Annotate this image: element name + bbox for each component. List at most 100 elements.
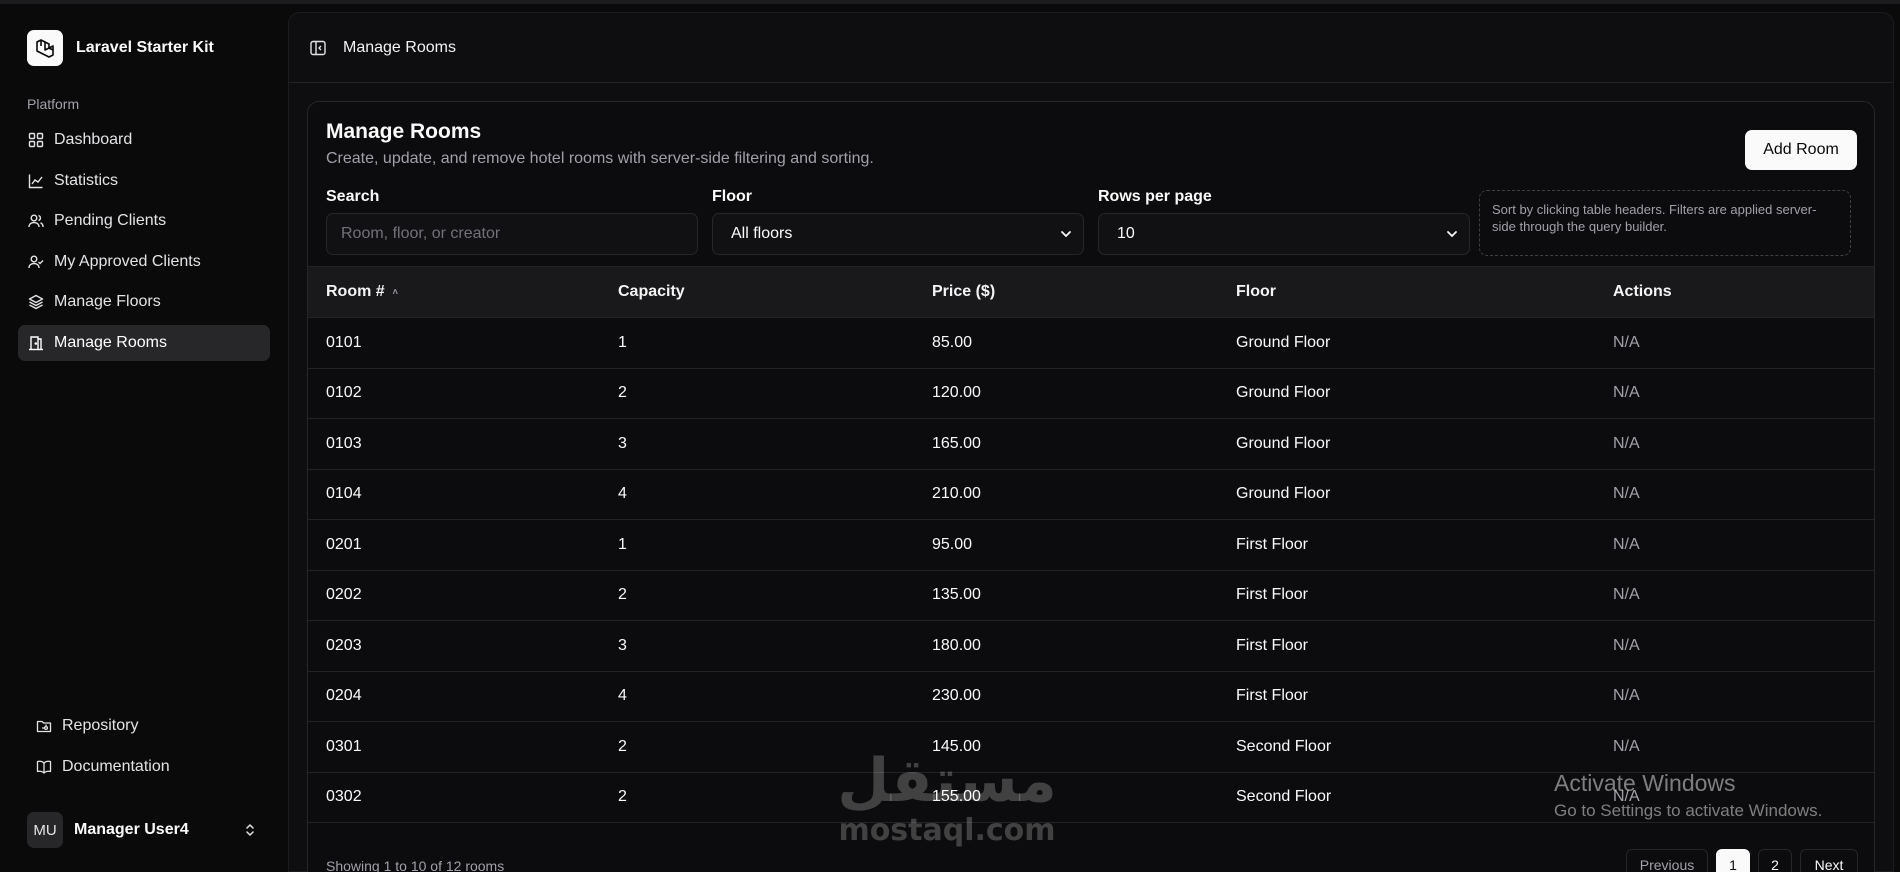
actions-cell: N/A [1613, 485, 1640, 503]
documentation-link[interactable]: Documentation [27, 749, 267, 785]
pagination: Previous 1 2 Next [1618, 849, 1858, 872]
price-cell: 145.00 [932, 737, 981, 755]
table-row: 0202 2 135.00 First Floor N/A [308, 571, 1874, 621]
repository-link[interactable]: Repository [27, 708, 267, 744]
page-1-button[interactable]: 1 [1716, 849, 1750, 872]
actions-cell: N/A [1613, 737, 1640, 755]
room-number-cell: 0204 [326, 687, 362, 705]
search-input[interactable] [341, 225, 697, 243]
floor-cell: First Floor [1236, 586, 1308, 604]
actions-cell: N/A [1613, 434, 1640, 452]
showing-count: Showing 1 to 10 of 12 rooms [326, 858, 505, 872]
repository-label: Repository [62, 717, 139, 734]
room-number-cell: 0102 [326, 384, 362, 402]
column-header-room[interactable]: Room # ˄ [308, 283, 618, 301]
next-page-button[interactable]: Next [1800, 849, 1858, 872]
search-field[interactable] [326, 213, 698, 255]
actions-cell: N/A [1613, 788, 1640, 806]
sidebar-footer-nav: Repository Documentation [27, 708, 267, 790]
room-number-cell: 0104 [326, 485, 362, 503]
floor-cell: Ground Floor [1236, 434, 1331, 452]
user-menu[interactable]: MU Manager User4 [18, 808, 270, 852]
add-room-button[interactable]: Add Room [1745, 130, 1857, 170]
floor-cell: First Floor [1236, 636, 1308, 654]
layers-icon [28, 294, 44, 310]
room-number-cell: 0201 [326, 535, 362, 553]
capacity-cell: 1 [618, 333, 627, 351]
brand[interactable]: Laravel Starter Kit [27, 30, 214, 66]
sidebar-item-manage-floors[interactable]: Manage Floors [18, 284, 270, 320]
laravel-logo-icon [27, 30, 63, 66]
room-number-cell: 0202 [326, 586, 362, 604]
sidebar-item-label: Statistics [54, 171, 119, 189]
price-cell: 120.00 [932, 384, 981, 402]
sidebar-item-pending-clients[interactable]: Pending Clients [18, 203, 270, 239]
floor-cell: Ground Floor [1236, 333, 1331, 351]
room-number-cell: 0301 [326, 737, 362, 755]
previous-page-button[interactable]: Previous [1626, 849, 1708, 872]
floor-select-value: All floors [731, 225, 793, 242]
main-panel: Manage Rooms Manage Rooms Create, update… [288, 12, 1894, 872]
sidebar-nav: Dashboard Statistics Pending Clients My … [18, 122, 270, 365]
sidebar-item-manage-rooms[interactable]: Manage Rooms [18, 324, 270, 361]
column-header-capacity[interactable]: Capacity [618, 283, 932, 301]
column-header-floor[interactable]: Floor [1236, 283, 1613, 301]
rooms-table: Room # ˄ Capacity Price ($) Floor Action… [308, 266, 1874, 823]
capacity-cell: 4 [618, 485, 627, 503]
sidebar-item-dashboard[interactable]: Dashboard [18, 122, 270, 158]
capacity-cell: 2 [618, 384, 627, 402]
price-cell: 135.00 [932, 586, 981, 604]
table-row: 0301 2 145.00 Second Floor N/A [308, 722, 1874, 773]
sidebar-item-statistics[interactable]: Statistics [18, 163, 270, 199]
book-icon [36, 759, 52, 775]
price-cell: 85.00 [932, 333, 973, 351]
price-cell: 230.00 [932, 687, 981, 705]
price-cell: 210.00 [932, 485, 981, 503]
page-header: Manage Rooms [289, 13, 1893, 83]
user-check-icon [28, 254, 44, 270]
sidebar-item-label: Dashboard [54, 131, 133, 148]
door-icon [28, 335, 44, 351]
sidebar-item-label: My Approved Clients [54, 252, 201, 270]
room-number-cell: 0101 [326, 333, 362, 351]
documentation-label: Documentation [62, 758, 170, 775]
actions-cell: N/A [1613, 687, 1640, 705]
table-row: 0102 2 120.00 Ground Floor N/A [308, 369, 1874, 419]
table-body: 0101 1 85.00 Ground Floor N/A 0102 2 120.00 Grou… [308, 318, 1874, 823]
floor-cell: Second Floor [1236, 788, 1332, 806]
table-row: 0203 3 180.00 First Floor N/A [308, 621, 1874, 672]
capacity-cell: 3 [618, 636, 627, 654]
sidebar-item-approved-clients[interactable]: My Approved Clients [18, 244, 270, 280]
chart-icon [28, 173, 44, 189]
table-row: 0302 2 155.00 Second Floor N/A [308, 773, 1874, 823]
table-row: 0101 1 85.00 Ground Floor N/A [308, 318, 1874, 369]
table-row: 0204 4 230.00 First Floor N/A [308, 672, 1874, 722]
table-header: Room # ˄ Capacity Price ($) Floor Action… [308, 266, 1874, 318]
chevron-down-icon [1445, 227, 1459, 241]
chevron-down-icon [1059, 227, 1073, 241]
page-subtitle: Create, update, and remove hotel rooms w… [326, 150, 874, 167]
actions-cell: N/A [1613, 384, 1640, 402]
folder-git-icon [36, 718, 52, 734]
price-cell: 155.00 [932, 788, 981, 806]
capacity-cell: 1 [618, 535, 627, 553]
actions-cell: N/A [1613, 636, 1640, 654]
floor-cell: First Floor [1236, 687, 1308, 705]
actions-cell: N/A [1613, 535, 1640, 553]
chevrons-up-down-icon [242, 822, 258, 838]
sidebar-toggle-icon[interactable] [309, 39, 327, 57]
floor-select[interactable]: All floors [712, 213, 1084, 255]
floor-cell: Ground Floor [1236, 485, 1331, 503]
floor-cell: First Floor [1236, 535, 1308, 553]
breadcrumb[interactable]: Manage Rooms [343, 39, 456, 57]
column-header-price[interactable]: Price ($) [932, 283, 1236, 301]
table-row: 0201 1 95.00 First Floor N/A [308, 520, 1874, 571]
table-footer: Showing 1 to 10 of 12 rooms Previous 1 2… [308, 849, 1874, 872]
sidebar-item-label: Manage Rooms [54, 333, 167, 351]
capacity-cell: 2 [618, 737, 627, 755]
rooms-card: Manage Rooms Create, update, and remove … [307, 101, 1875, 872]
floor-cell: Ground Floor [1236, 384, 1331, 402]
rows-per-page-select[interactable]: 10 [1098, 213, 1470, 255]
sort-ascending-icon: ˄ [392, 287, 398, 297]
page-2-button[interactable]: 2 [1758, 849, 1792, 872]
